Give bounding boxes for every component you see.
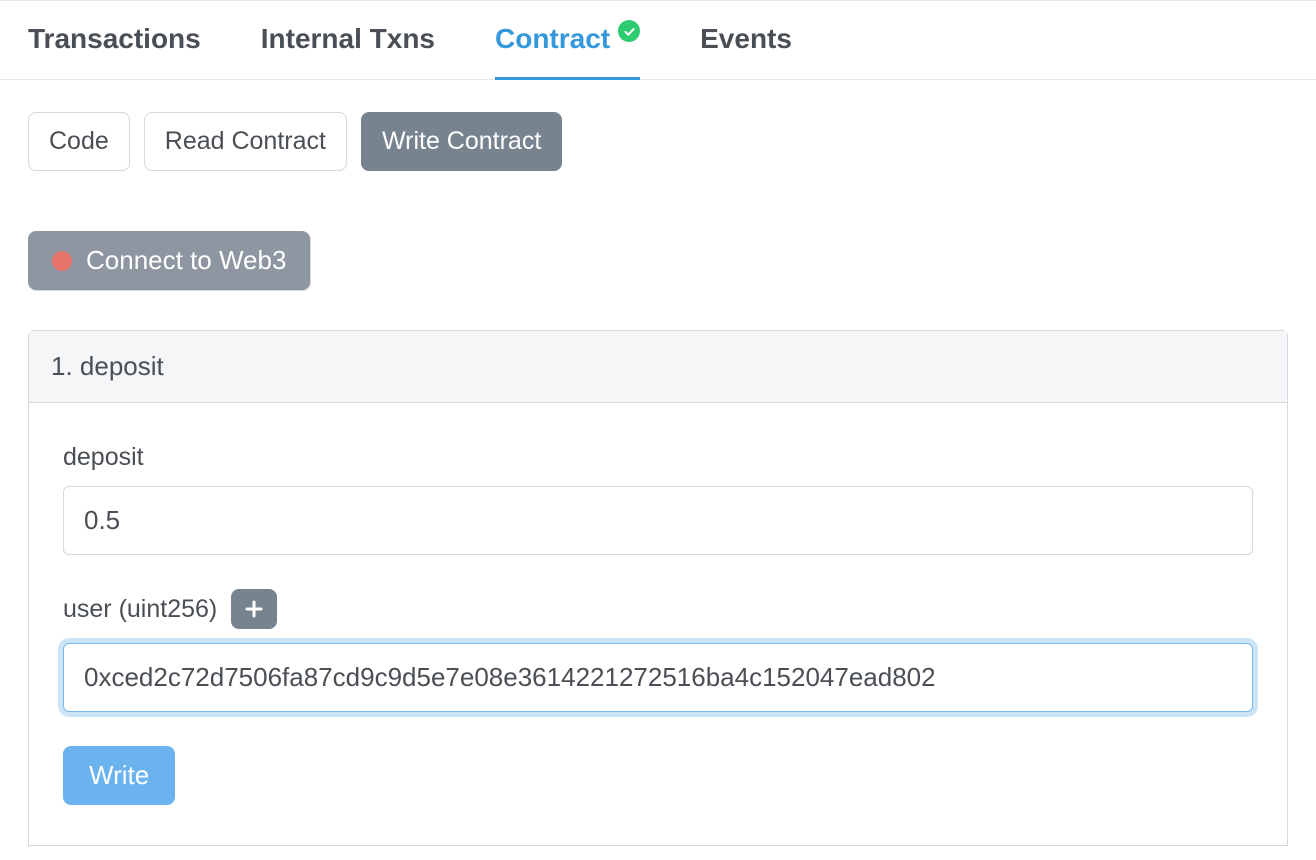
subtab-write-contract[interactable]: Write Contract — [361, 112, 562, 171]
function-header[interactable]: 1. deposit — [29, 331, 1287, 403]
subtab-read-contract[interactable]: Read Contract — [144, 112, 347, 171]
label-text: user (uint256) — [63, 595, 217, 624]
tab-label: Events — [700, 23, 792, 55]
plus-icon — [244, 599, 264, 619]
function-card-deposit: 1. deposit deposit user (uint256) Write — [28, 330, 1288, 846]
label-text: deposit — [63, 443, 144, 472]
field-label-deposit: deposit — [63, 443, 1253, 472]
connect-web3-button[interactable]: Connect to Web3 — [28, 231, 310, 290]
connect-label: Connect to Web3 — [86, 245, 286, 276]
field-label-user: user (uint256) — [63, 589, 1253, 629]
main-tabs: Transactions Internal Txns Contract Even… — [0, 0, 1316, 80]
content-area: Code Read Contract Write Contract Connec… — [0, 80, 1316, 846]
verified-check-icon — [618, 20, 640, 42]
tab-label: Internal Txns — [261, 23, 435, 55]
contract-subtabs: Code Read Contract Write Contract — [28, 112, 1288, 171]
tab-events[interactable]: Events — [700, 23, 792, 79]
tab-internal-txns[interactable]: Internal Txns — [261, 23, 435, 79]
tab-transactions[interactable]: Transactions — [28, 23, 201, 79]
tab-contract[interactable]: Contract — [495, 23, 640, 79]
connect-row: Connect to Web3 — [28, 231, 1288, 290]
add-param-button[interactable] — [231, 589, 277, 629]
function-body: deposit user (uint256) Write — [29, 403, 1287, 845]
deposit-input[interactable] — [63, 486, 1253, 555]
user-input[interactable] — [63, 643, 1253, 712]
write-button[interactable]: Write — [63, 746, 175, 805]
tab-label: Contract — [495, 23, 610, 55]
subtab-code[interactable]: Code — [28, 112, 130, 171]
connection-status-dot-icon — [52, 251, 72, 271]
tab-label: Transactions — [28, 23, 201, 55]
